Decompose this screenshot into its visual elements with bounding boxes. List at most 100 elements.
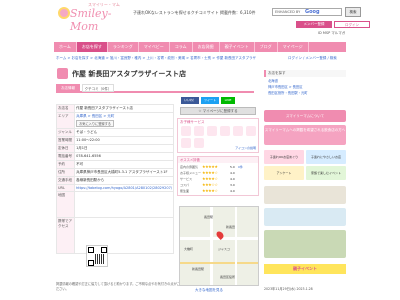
rating-label: サービス [180,177,193,181]
line-button[interactable]: LINE [221,97,235,104]
map-label: ジャスコ [218,247,230,251]
star-rating: ★★★★☆ [202,176,218,181]
login-button[interactable]: ログイン [334,21,370,28]
info-key: 営業時間 [55,136,76,145]
shop-icon [57,68,68,79]
shop-url-link[interactable]: https://tabelog.com/hyogo/A2801/A280102/… [76,186,172,190]
page-title: 作屋 新長田アスタプラザイースト店 [56,66,256,82]
search-input[interactable]: ENHANCED BY Goog [272,8,342,16]
rating-value: 5.0 [230,165,235,169]
stroller-icon [207,126,217,136]
info-value: 不可 [74,160,174,169]
sidebar-link[interactable]: 神戸市長田区 > 長田区 [264,84,346,89]
rating-value: 4.0 [230,189,235,193]
promo-image[interactable] [264,230,346,258]
feature-tile[interactable]: アンケート [264,166,304,180]
nav-mybaby[interactable]: マイベビー [139,42,170,52]
feature-tile[interactable]: 家族で楽しむイベント [306,166,346,180]
logo-flower-icon [58,7,70,19]
info-key: ジャンル [55,128,76,137]
map-label: 新長田 [226,225,236,229]
info-key: 地図 [55,191,76,218]
kids-services-icons [181,126,257,148]
auth-buttons: メンバー登録 ログイン [296,21,372,29]
info-value: https://tabelog.com/hyogo/A2801/A280102/… [74,184,174,192]
register-button[interactable]: メンバー登録 [296,21,332,28]
add-to-mypage-button[interactable]: ☆ マイページに登録する [180,107,256,115]
tweet-button[interactable]: ツイート [201,97,219,104]
rating-value: 4.0 [230,171,235,175]
info-key: 定休日 [55,144,76,153]
about-banner[interactable]: スマイリーマムについて [264,110,346,122]
header: スマイリー・マム Smiley-Mom 子連れOKなレストランを探せるクチコミサ… [0,0,400,40]
tab-shop-info[interactable]: お店情報 [56,84,80,92]
info-row: 予約 不可 [55,160,174,169]
sidebar-heading: お店を探す [264,70,346,77]
search-button[interactable]: 検索 [345,7,361,17]
rating-box: オススメ評価 店内の雰囲気 ★★★★★ 5.0 0件 お子様メニュー ★★★★☆ 4.0 … [177,156,259,196]
feature-tile[interactable]: 子連れOKお店めぐり [264,150,304,164]
rating-row: お子様メニュー ★★★★☆ 4.0 [180,170,258,176]
star-rating: ★★★★☆ [202,170,218,175]
info-row: 定休日 1月1日 [55,144,174,153]
nav-column[interactable]: コラム [170,42,193,52]
sidebar-link[interactable]: 北海道 [264,78,346,83]
info-row: 地図 [55,191,174,218]
info-row: 携帯でアクセス [55,217,174,254]
rating-row: 衛生面 ★★★★☆ 4.0 [180,188,258,194]
rating-row: サービス ★★★★☆ 4.0 [180,176,258,182]
sidebar-link[interactable]: 長田区役所・長田駅・元町 [264,90,346,95]
large-map-link[interactable]: 大きな地図を見る [195,288,223,293]
kids-services-box: お子様サービス アイコンの説明 [177,118,259,153]
nav-mypage[interactable]: マイページ [278,42,309,52]
site-logo[interactable]: スマイリー・マム Smiley-Mom [56,2,132,33]
nav-events[interactable]: 親子イベント [220,42,255,52]
qr-finder [101,247,107,253]
rating-row: コスパ ★★★☆☆ 3.0 [180,182,258,188]
nav-search-shops[interactable]: お店を探す [76,42,108,52]
feature-tiles: 子連れOKお店めぐり 子連れにやさしいお店 アンケート 家族で楽しむイベント [264,150,346,180]
feature-tile[interactable]: 子連れにやさしいお店 [306,150,346,164]
icon-legend-link[interactable]: アイコンの説明 [235,146,256,150]
tatami-icon [233,126,243,136]
social-buttons: いいね！ ツイート LINE [181,97,255,105]
rating-label: 店内の雰囲気 [180,165,199,169]
listing-banner[interactable]: スマイリーマムへの掲載を希望される飲食店の方へ [264,125,346,145]
promo-image[interactable] [264,186,346,204]
info-row: URL https://tabelog.com/hyogo/A2801/A2801… [55,184,174,192]
nav-blog[interactable]: ブログ [255,42,278,52]
info-key: エリア [55,112,76,129]
rating-title: オススメ評価 [178,157,258,163]
map-label: 新長田駅 [192,267,205,271]
rating-label: コスパ [180,183,190,187]
info-key: お店名 [55,104,76,113]
breadcrumb[interactable]: ホーム > お店を探す > 北海道 > 旭川・富良野・稚内 > 上川・名寄・紋別… [56,56,256,61]
tab-reviews[interactable]: クチコミ（0件） [82,84,114,92]
diaper-icon [220,126,230,136]
no-smoking-icon [194,138,204,148]
event-calendar: 2023年11月29日(水) 2023.1.28 [264,287,313,291]
map-road [235,207,237,285]
info-key: 予約 [55,160,76,169]
info-value: 作屋 新長田アスタプラザイースト店 [74,104,174,113]
breadcrumb-right[interactable]: ログイン / メンバー登録 / 検索 [288,56,337,61]
info-row: ジャンル そば・うどん [55,128,174,137]
high-chair-icon [194,126,204,136]
mail-magazine-link[interactable]: ID MSP マルマガ [318,31,345,36]
nav-home[interactable]: ホーム [54,42,77,52]
rating-count[interactable]: 0件 [238,165,243,169]
info-row: 住所 兵庫県神戸市長田区大橋町5-3-1 アスタプラザイースト1F [55,168,174,177]
star-rating: ★★★★☆ [202,188,218,193]
info-value: 078-641-6556 [74,152,174,161]
qr-code [86,245,108,267]
promo-image[interactable] [264,208,346,226]
event-banner[interactable]: 親子イベント [264,264,346,274]
favorite-button[interactable]: お気に入りに登録する [76,120,114,127]
area-link[interactable]: 兵庫県 > 長田区 > 元町 [76,114,114,118]
nav-discover[interactable]: お店発掘 [193,42,220,52]
star-rating: ★★★☆☆ [202,182,218,187]
facebook-like-button[interactable]: いいね！ [181,97,199,104]
global-nav: ホーム お店を探す ランキング マイベビー コラム お店発掘 親子イベント ブロ… [54,42,346,52]
nav-ranking[interactable]: ランキング [108,42,139,52]
shop-map[interactable]: 長田駅 新長田 大橋町 ジャスコ 新長田駅 長田区役所 [179,206,259,286]
